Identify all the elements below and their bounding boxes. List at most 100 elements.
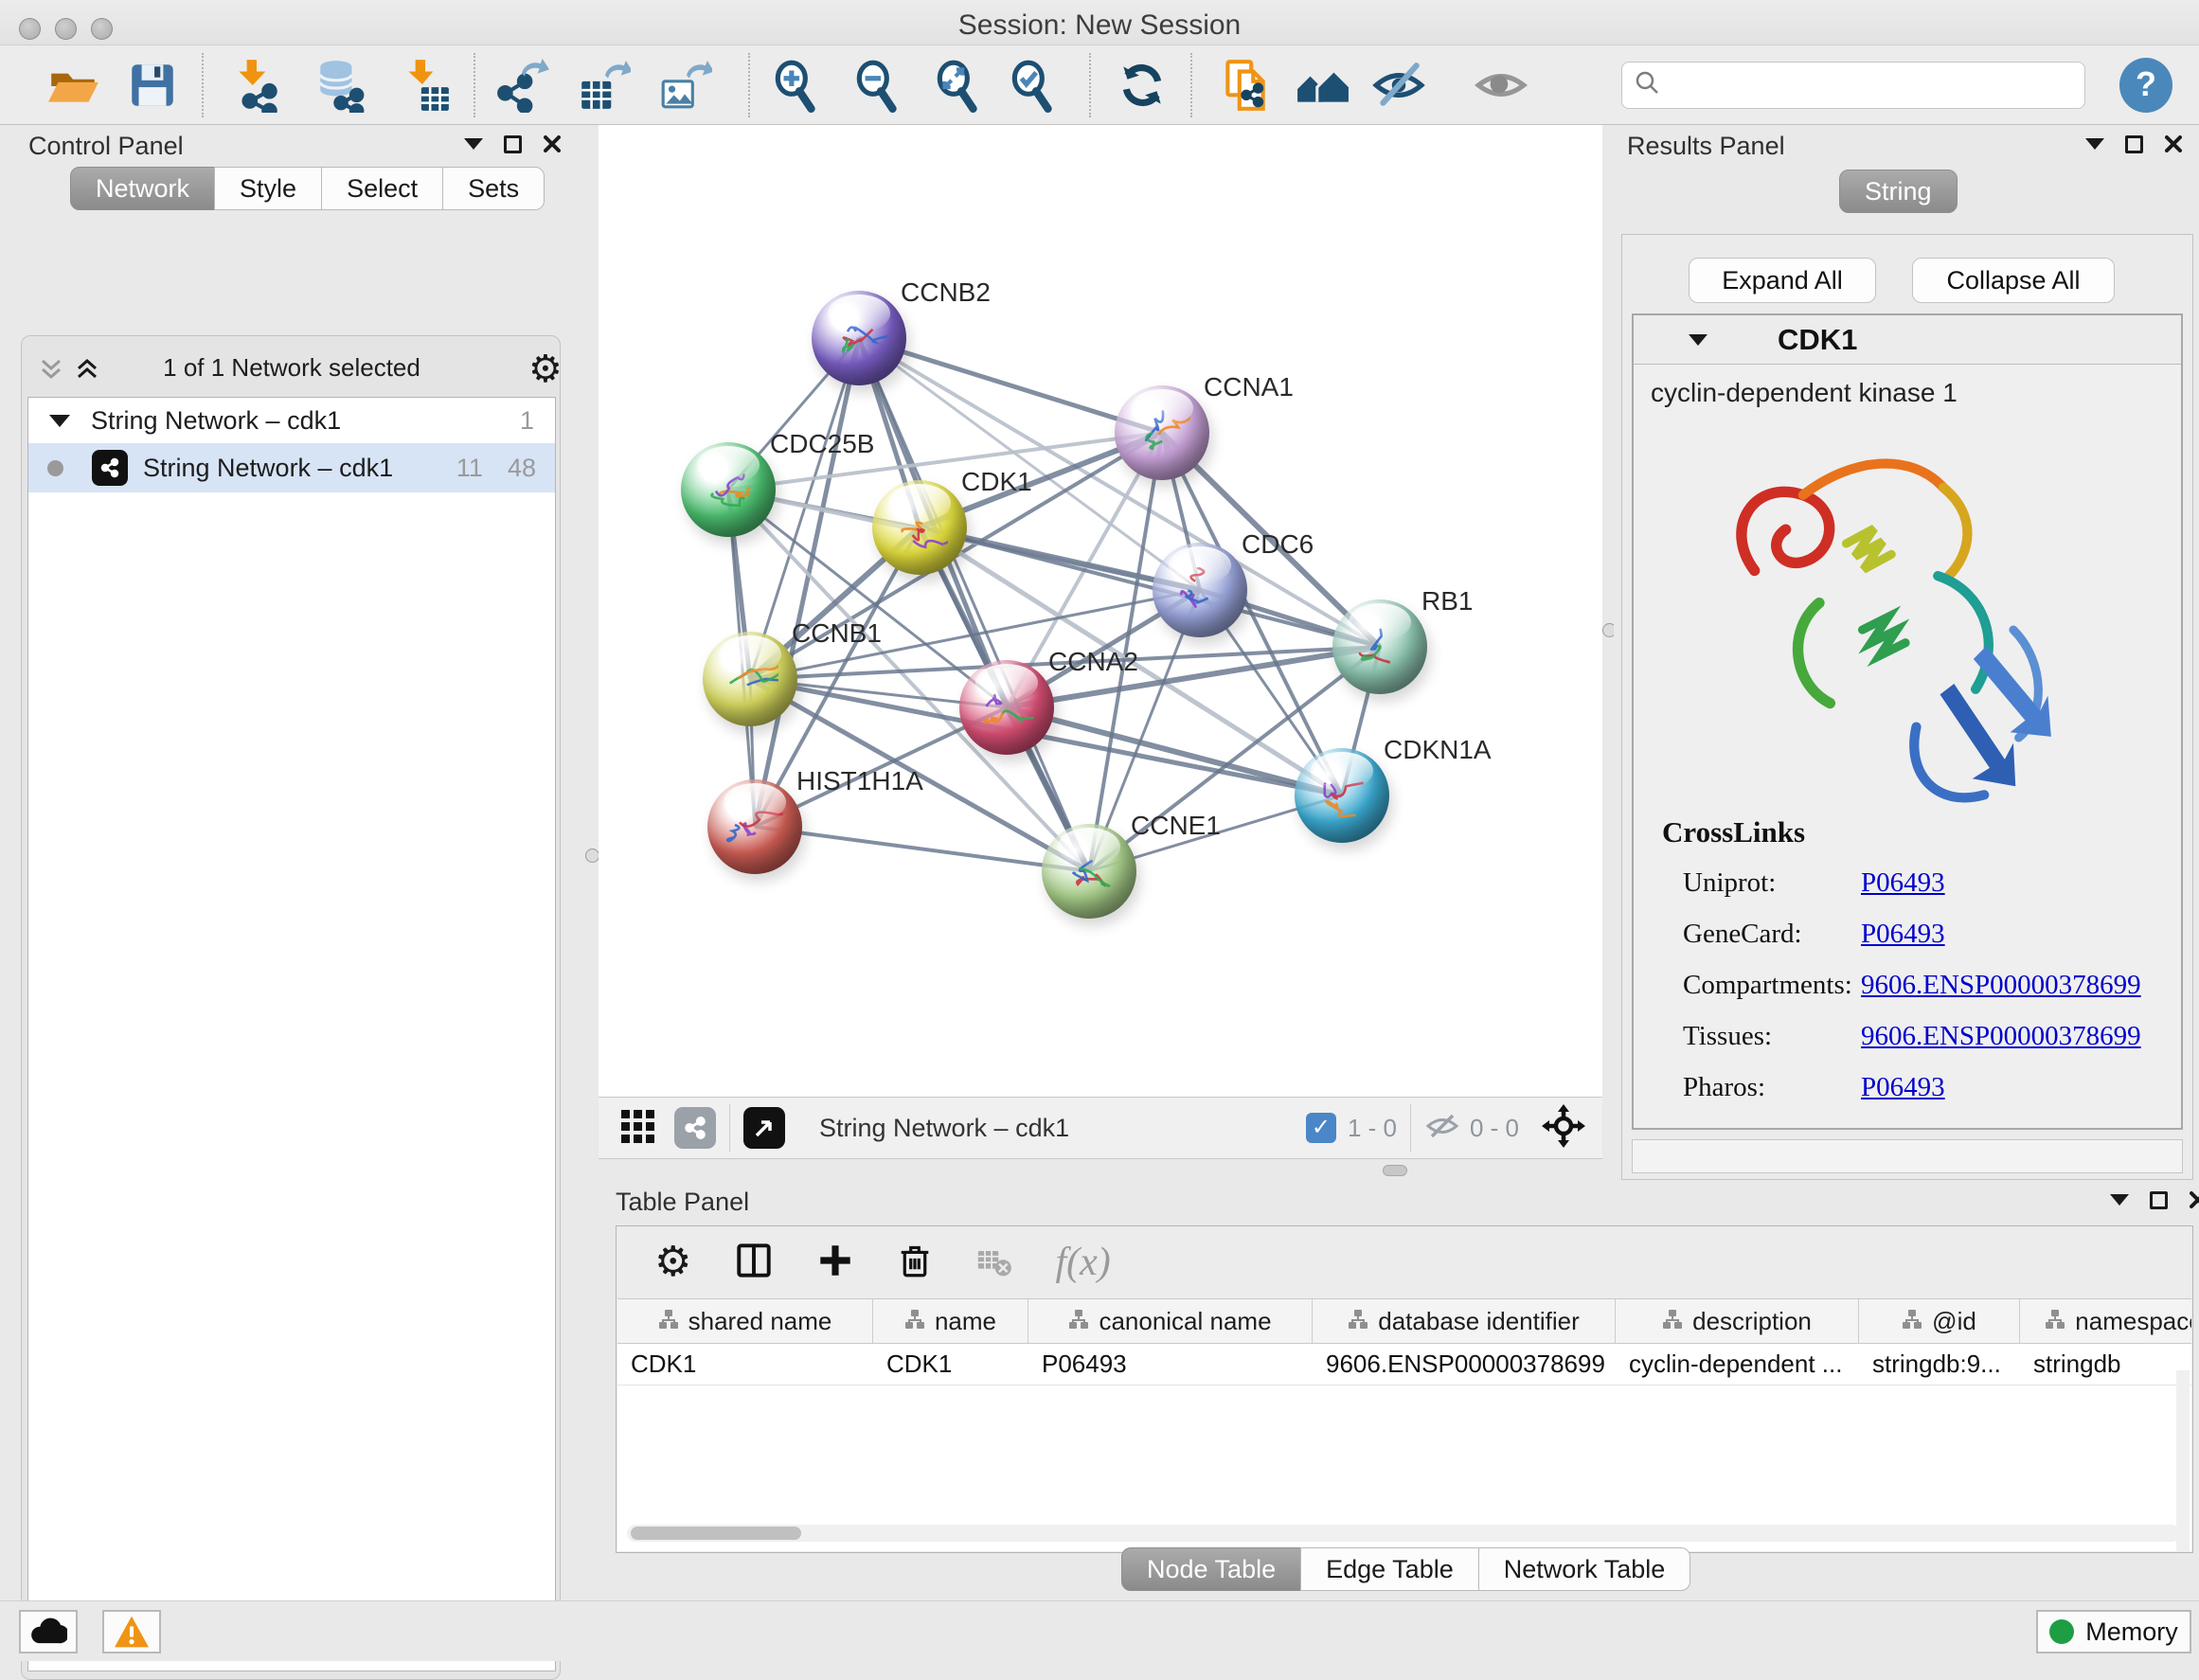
function-builder-icon[interactable]: f(x) (1055, 1240, 1110, 1285)
column-header-namespace[interactable]: namespace (2020, 1299, 2191, 1343)
birdseye-homes-icon[interactable] (1296, 58, 1350, 113)
network-node-hist1h1a[interactable] (707, 779, 802, 874)
expand-all-networks-icon[interactable] (75, 357, 99, 386)
network-node-ccnb2[interactable] (812, 291, 906, 385)
search-input[interactable] (1662, 71, 2060, 100)
save-session-icon[interactable] (125, 58, 180, 113)
show-columns-icon[interactable] (733, 1240, 775, 1286)
tab-sets[interactable]: Sets (442, 167, 545, 210)
table-cell[interactable]: P06493 (1028, 1344, 1313, 1385)
expand-all-button[interactable]: Expand All (1689, 258, 1876, 303)
tab-edge-table[interactable]: Edge Table (1300, 1547, 1479, 1591)
network-node-ccne1[interactable] (1042, 824, 1136, 919)
column-header--id[interactable]: @id (1859, 1299, 2020, 1343)
column-header-description[interactable]: description (1616, 1299, 1859, 1343)
zoom-in-icon[interactable] (769, 58, 824, 113)
network-node-cdk1[interactable] (872, 480, 967, 575)
network-options-gear-icon[interactable]: ⚙ (528, 348, 563, 391)
network-row-selected[interactable]: String Network – cdk1 11 48 (28, 443, 555, 492)
memory-button[interactable]: Memory (2036, 1610, 2191, 1653)
table-cell[interactable]: cyclin-dependent ... (1616, 1344, 1859, 1385)
network-node-cdc25b[interactable] (681, 442, 776, 537)
network-share-view-icon[interactable] (674, 1107, 716, 1149)
network-node-cdkn1a[interactable] (1295, 748, 1389, 843)
column-header-database-identifier[interactable]: database identifier (1313, 1299, 1616, 1343)
table-cell[interactable]: CDK1 (617, 1344, 873, 1385)
panel-menu-icon[interactable] (464, 138, 483, 150)
delete-column-icon[interactable] (896, 1242, 934, 1284)
panel-float-icon[interactable] (504, 135, 522, 153)
network-view-canvas[interactable]: CCNB2CCNA1CDC25BCDK1CDC6RB1CCNB1CCNA2CDK… (599, 125, 1602, 1097)
hide-selected-icon[interactable] (1371, 58, 1426, 113)
import-network-icon[interactable] (229, 58, 284, 113)
zoom-out-icon[interactable] (850, 58, 905, 113)
panel-close-icon[interactable] (2164, 134, 2183, 153)
panel-float-icon[interactable] (2125, 135, 2143, 153)
tab-network[interactable]: Network (70, 167, 215, 210)
open-file-icon[interactable] (45, 58, 100, 113)
left-splitter-handle[interactable] (585, 849, 599, 863)
import-table-icon[interactable] (398, 58, 453, 113)
cloud-status-button[interactable] (19, 1610, 78, 1653)
export-table-icon[interactable] (576, 58, 631, 113)
crosslink-value-link[interactable]: P06493 (1861, 1072, 1945, 1103)
network-node-cdc6[interactable] (1153, 543, 1247, 637)
crosslink-value-link[interactable]: P06493 (1861, 867, 1945, 899)
crosslink-value-link[interactable]: P06493 (1861, 919, 1945, 950)
show-all-icon[interactable] (1474, 58, 1529, 113)
panel-close-icon[interactable] (543, 134, 562, 153)
gene-section-header[interactable]: CDK1 (1634, 315, 2181, 365)
import-network-database-icon[interactable] (313, 58, 367, 113)
export-image-icon[interactable] (657, 58, 712, 113)
column-header-shared-name[interactable]: shared name (617, 1299, 873, 1343)
tab-style[interactable]: Style (214, 167, 322, 210)
network-edge[interactable] (755, 827, 1089, 871)
column-header-canonical-name[interactable]: canonical name (1028, 1299, 1313, 1343)
table-cell[interactable]: 9606.ENSP00000378699 (1313, 1344, 1616, 1385)
refresh-icon[interactable] (1115, 58, 1170, 113)
table-vertical-scrollbar[interactable] (2176, 1370, 2190, 1551)
add-column-icon[interactable] (816, 1242, 854, 1284)
network-node-ccnb1[interactable] (703, 632, 797, 726)
zoom-selected-icon[interactable] (1006, 58, 1061, 113)
warning-status-button[interactable] (102, 1610, 161, 1653)
table-row[interactable]: CDK1CDK1P064939606.ENSP00000378699cyclin… (617, 1344, 2191, 1385)
network-node-ccna2[interactable] (959, 660, 1054, 755)
export-network-icon[interactable] (494, 58, 549, 113)
panel-menu-icon[interactable] (2085, 138, 2104, 150)
network-edge[interactable] (755, 338, 859, 827)
network-node-rb1[interactable] (1332, 599, 1427, 694)
collapse-all-networks-icon[interactable] (39, 357, 63, 386)
grid-view-icon[interactable] (619, 1106, 659, 1151)
table-cell[interactable]: stringdb:9... (1859, 1344, 2020, 1385)
hidden-eye-icon[interactable] (1424, 1108, 1460, 1149)
crosslink-value-link[interactable]: 9606.ENSP00000378699 (1861, 1021, 2141, 1052)
table-options-gear-icon[interactable]: ⚙ (654, 1242, 691, 1283)
duplicate-network-icon[interactable] (1218, 58, 1273, 113)
help-icon[interactable]: ? (2119, 58, 2172, 113)
tab-node-table[interactable]: Node Table (1121, 1547, 1301, 1591)
crosslink-value-link[interactable]: 9606.ENSP00000378699 (1861, 970, 2141, 1001)
table-horizontal-scrollbar[interactable] (627, 1525, 2180, 1542)
network-node-ccna1[interactable] (1115, 385, 1209, 480)
birdseye-toggle-icon[interactable] (743, 1107, 785, 1149)
tab-string[interactable]: String (1839, 170, 1958, 213)
tree-expand-icon[interactable] (49, 415, 70, 427)
search-field[interactable] (1621, 62, 2085, 109)
selected-checkbox-icon[interactable]: ✓ (1306, 1113, 1336, 1143)
panel-float-icon[interactable] (2150, 1191, 2168, 1209)
tab-network-table[interactable]: Network Table (1478, 1547, 1691, 1591)
network-collection-row[interactable]: String Network – cdk1 1 (28, 398, 555, 443)
panel-menu-icon[interactable] (2110, 1194, 2129, 1206)
panel-close-icon[interactable] (2189, 1190, 2199, 1209)
section-collapse-icon[interactable] (1689, 334, 1707, 346)
delete-table-icon[interactable] (975, 1242, 1013, 1284)
zoom-fit-icon[interactable] (931, 58, 986, 113)
collapse-all-button[interactable]: Collapse All (1912, 258, 2115, 303)
navigate-crosshair-icon[interactable] (1542, 1104, 1585, 1153)
tab-select[interactable]: Select (321, 167, 443, 210)
scrollbar-thumb[interactable] (631, 1527, 801, 1540)
table-cell[interactable]: stringdb (2020, 1344, 2191, 1385)
table-cell[interactable]: CDK1 (873, 1344, 1028, 1385)
splitter-grip[interactable] (1383, 1165, 1407, 1176)
